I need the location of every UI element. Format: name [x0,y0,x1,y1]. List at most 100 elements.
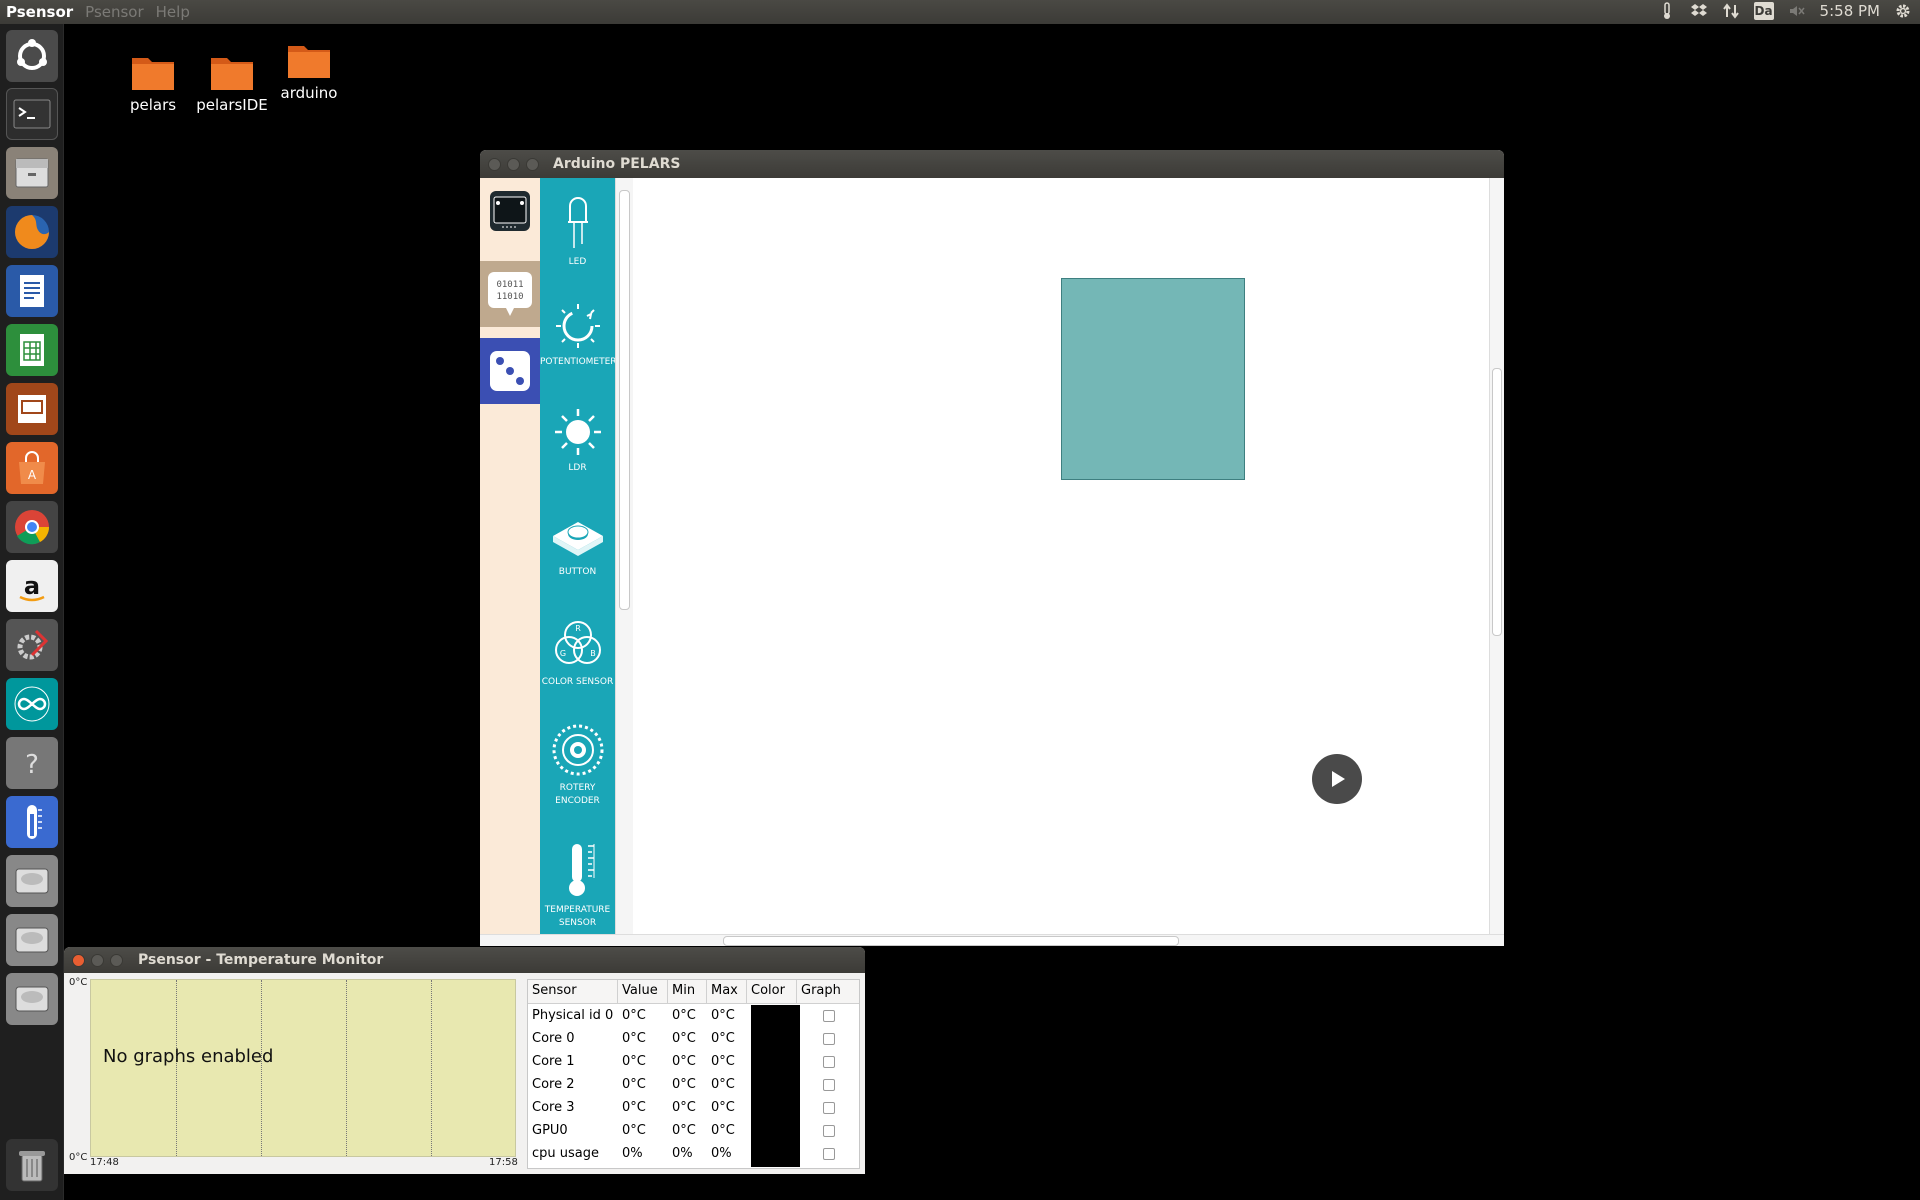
writer-launcher[interactable] [6,265,58,317]
cell-min: 0% [672,1146,693,1161]
psensor-launcher[interactable] [6,796,58,848]
graph-checkbox[interactable] [823,1147,835,1160]
minimize-button[interactable] [507,158,520,171]
app-name: Psensor [6,3,74,21]
category-random[interactable] [480,338,540,404]
table-row[interactable]: GPU0 0°C 0°C 0°C [528,1119,859,1142]
window-titlebar[interactable]: Arduino PELARS [480,150,1504,178]
arduino-launcher[interactable] [6,678,58,730]
canvas-hscroll-thumb[interactable] [723,936,1179,946]
software-center-launcher[interactable]: A [6,442,58,494]
clock[interactable]: 5:58 PM [1820,2,1880,20]
column-header-sensor[interactable]: Sensor [528,980,618,1003]
menu-help[interactable]: Help [156,3,190,21]
desktop-folder-pelars[interactable]: pelars [108,52,198,114]
maximize-button[interactable] [526,158,539,171]
drive-launcher-1[interactable] [6,855,58,907]
amazon-launcher[interactable]: a [6,560,58,612]
terminal-launcher[interactable] [6,88,58,140]
dice-icon [490,351,530,391]
settings-launcher[interactable] [6,619,58,671]
cell-max: 0°C [711,1123,735,1138]
canvas-horizontal-scrollbar[interactable] [480,934,1504,946]
network-arrows-icon[interactable] [1722,2,1740,20]
terminal-icon [13,99,51,129]
canvas-vscroll-thumb[interactable] [1492,368,1502,636]
global-menu: Psensor Psensor Help [6,3,190,21]
cell-sensor: Core 2 [532,1077,575,1092]
graph-checkbox[interactable] [823,1032,835,1045]
play-button[interactable] [1312,754,1362,804]
component-potentiometer[interactable]: POTENTIOMETER [540,300,615,369]
component-led[interactable]: LED [540,192,615,269]
impress-launcher[interactable] [6,383,58,435]
table-row[interactable]: Core 1 0°C 0°C 0°C [528,1050,859,1073]
keyboard-layout-icon[interactable]: Da [1753,2,1774,20]
binary-speech-bubble-icon: 01011 11010 [488,272,532,316]
component-rotery-encoder[interactable]: ROTERY ENCODER [540,722,615,808]
block-square[interactable] [1061,278,1245,480]
graph-checkbox[interactable] [823,1078,835,1091]
column-header-graph[interactable]: Graph [797,980,859,1003]
drive-launcher-3[interactable] [6,973,58,1025]
potentiometer-dial-icon [555,304,600,348]
firefox-launcher[interactable] [6,206,58,258]
minimize-button[interactable] [91,954,104,967]
hard-drive-icon [15,986,49,1012]
help-launcher[interactable]: ? [6,737,58,789]
component-palette: LED POTENTIOMETER LDR BUTTON R G B COLOR S… [540,178,615,934]
launcher: A a ? [0,24,64,1200]
category-boards[interactable] [480,178,540,244]
window-titlebar[interactable]: Psensor - Temperature Monitor [64,947,865,973]
component-color-sensor[interactable]: R G B COLOR SENSOR [540,616,615,689]
arduino-pelars-window: Arduino PELARS 01011 11010 LED POTENTIOME… [480,150,1504,946]
canvas-vertical-scrollbar[interactable] [1489,178,1504,934]
table-row[interactable]: Core 0 0°C 0°C 0°C [528,1027,859,1050]
maximize-button[interactable] [110,954,123,967]
category-code[interactable]: 01011 11010 [480,261,540,327]
column-header-color[interactable]: Color [747,980,797,1003]
trash-launcher[interactable] [6,1139,58,1191]
close-button[interactable] [72,954,85,967]
table-row[interactable]: Core 2 0°C 0°C 0°C [528,1073,859,1096]
color-r-letter: R [575,624,581,633]
component-ldr[interactable]: LDR [540,406,615,475]
calc-launcher[interactable] [6,324,58,376]
column-header-min[interactable]: Min [668,980,707,1003]
trash-icon [19,1151,45,1182]
cell-sensor: cpu usage [532,1146,599,1161]
dash-button[interactable] [6,30,58,82]
chrome-launcher[interactable] [6,501,58,553]
component-label: COLOR SENSOR [541,677,614,687]
component-temperature-sensor[interactable]: TEMPERATURE SENSOR [540,840,615,930]
thermometer-icon[interactable] [1658,2,1676,20]
cell-max: 0% [711,1146,732,1161]
column-header-value[interactable]: Value [618,980,668,1003]
graph-checkbox[interactable] [823,1055,835,1068]
amazon-icon: a [19,572,45,602]
palette-scrollbar[interactable] [615,178,633,934]
dropbox-icon[interactable] [1690,2,1708,20]
palette-scroll-thumb[interactable] [619,190,630,610]
sketch-canvas[interactable] [633,178,1489,934]
table-row[interactable]: Physical id 0 0°C 0°C 0°C [528,1004,859,1027]
graph-checkbox[interactable] [823,1124,835,1137]
cell-min: 0°C [672,1123,696,1138]
graph-checkbox[interactable] [823,1101,835,1114]
cell-min: 0°C [672,1054,696,1069]
graph-checkbox[interactable] [823,1009,835,1022]
desktop-folder-arduino[interactable]: arduino [264,40,354,102]
files-launcher[interactable] [6,147,58,199]
table-row[interactable]: cpu usage 0% 0% 0% [528,1142,859,1165]
component-button[interactable]: BUTTON [540,512,615,579]
binary-line-1: 01011 [496,280,523,290]
column-header-max[interactable]: Max [707,980,747,1003]
table-row[interactable]: Core 3 0°C 0°C 0°C [528,1096,859,1119]
menu-psensor[interactable]: Psensor [85,3,144,21]
drive-launcher-2[interactable] [6,914,58,966]
desktop-icon-label: pelars [129,96,177,114]
close-button[interactable] [488,158,501,171]
mute-icon[interactable] [1788,2,1806,20]
gear-icon[interactable] [1894,2,1912,20]
cell-sensor: Core 0 [532,1031,575,1046]
